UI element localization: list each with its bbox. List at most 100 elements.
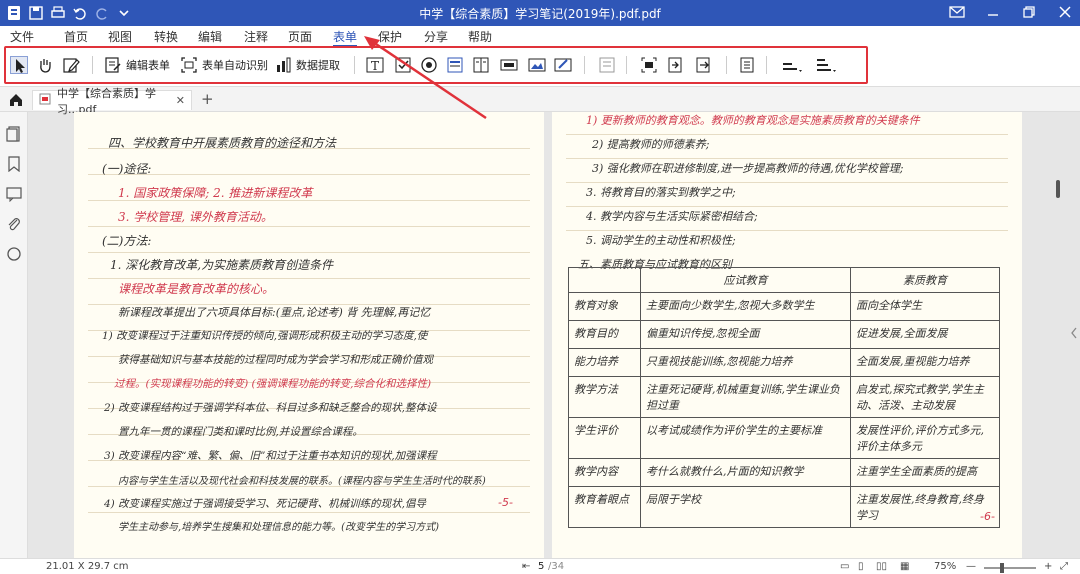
table-cell: 注重学生全面素质的提高 <box>850 458 1000 487</box>
table-cell: 教育着眼点 <box>568 486 641 528</box>
first-page-icon[interactable]: ⇤ <box>522 561 530 572</box>
menu-help[interactable]: 帮助 <box>468 28 492 45</box>
new-tab-button[interactable]: + <box>201 90 214 108</box>
mail-icon[interactable] <box>948 3 966 21</box>
note-line: 4) 改变课程实施过于强调接受学习、死记硬背、机械训练的现状,倡导 <box>104 498 426 510</box>
list-box-icon <box>472 56 490 74</box>
table-row: 教育对象 主要面向少数学生,忽视大多数学生 面向全体学生 <box>568 292 1000 321</box>
zoom-level[interactable]: 75% <box>934 561 956 572</box>
button-tool[interactable] <box>500 52 518 78</box>
menu-form[interactable]: 表单 <box>333 28 358 47</box>
current-page[interactable]: 5 <box>538 561 544 572</box>
table-cell: 发展性评价,评价方式多元,评价主体多元 <box>850 417 1000 459</box>
zoom-slider[interactable] <box>984 567 1036 569</box>
signature-icon <box>554 56 572 74</box>
thumbnail-icon[interactable] <box>6 126 22 142</box>
restore-icon[interactable] <box>1020 3 1038 21</box>
table-cell: 局限于学校 <box>640 486 851 528</box>
table-cell: 教育目的 <box>568 320 641 349</box>
combo-box-icon <box>446 56 464 74</box>
scrollbar-thumb[interactable] <box>1056 180 1060 198</box>
note-line: 1. 深化教育改革,为实施素质教育创造条件 <box>110 258 334 272</box>
continuous-icon[interactable]: ▯ <box>858 561 864 572</box>
toolbar-separator <box>726 56 727 74</box>
minimize-icon[interactable] <box>984 3 1002 21</box>
page-number: -6- <box>980 510 995 523</box>
zoom-in-icon[interactable]: + <box>1044 561 1052 572</box>
bookmark-icon[interactable] <box>6 156 22 173</box>
menu-file[interactable]: 文件 <box>10 28 34 45</box>
note-line: 3. 学校管理, 课外教育活动。 <box>118 210 273 224</box>
comparison-table: 应试教育 素质教育 教育对象 主要面向少数学生,忽视大多数学生 面向全体学生 教… <box>568 267 1000 528</box>
menu-edit[interactable]: 编辑 <box>198 28 222 45</box>
edit-tool[interactable] <box>62 52 80 78</box>
auto-recognize-label: 表单自动识别 <box>202 59 268 72</box>
window-title: 中学【综合素质】学习笔记(2019年).pdf.pdf <box>419 7 661 21</box>
hand-icon <box>36 56 54 74</box>
image-tool[interactable] <box>528 52 546 78</box>
table-header-cell <box>568 267 641 293</box>
edit-form-button[interactable]: 编辑表单 <box>104 52 170 78</box>
page-size: 21.01 X 29.7 cm <box>46 561 129 572</box>
comment-icon[interactable] <box>6 186 22 203</box>
note-line: 过程。(实现课程功能的转变) (强调课程功能的转变,综合化和选择性) <box>114 378 432 390</box>
auto-recognize-button[interactable]: 表单自动识别 <box>180 52 268 78</box>
menu-home[interactable]: 首页 <box>64 28 88 45</box>
grid-view-icon[interactable]: ▦ <box>900 561 909 572</box>
text-field-icon: T <box>366 56 384 74</box>
distribute-tool[interactable] <box>814 52 836 78</box>
table-cell: 学生评价 <box>568 417 641 459</box>
clear-tool[interactable] <box>738 52 756 78</box>
scroll-expand-icon[interactable] <box>1070 326 1078 340</box>
checkbox-tool[interactable] <box>394 52 412 78</box>
table-row: 教育着眼点 局限于学校 注重发展性,终身教育,终身学习 <box>568 486 1000 528</box>
combo-box-tool[interactable] <box>446 52 464 78</box>
single-page-icon[interactable]: ▭ <box>840 561 849 572</box>
select-tool[interactable] <box>10 52 28 78</box>
align-tool[interactable] <box>780 52 802 78</box>
table-cell: 偏重知识传授,忽视全面 <box>640 320 851 349</box>
attachment-icon[interactable] <box>6 216 22 232</box>
note-line: 2) 提高教师的师德素养; <box>592 138 710 151</box>
tab-document[interactable]: 中学【综合素质】学习...pdf ✕ <box>32 87 192 116</box>
menu-annotate[interactable]: 注释 <box>244 28 268 45</box>
calc-tool[interactable] <box>640 52 658 78</box>
edit-icon <box>62 56 80 74</box>
barcode-tool[interactable] <box>598 52 616 78</box>
text-field-tool[interactable]: T <box>366 52 384 78</box>
export-tool[interactable] <box>694 52 712 78</box>
signature-tool[interactable] <box>554 52 572 78</box>
menu-page[interactable]: 页面 <box>288 28 312 45</box>
close-icon[interactable] <box>1056 3 1074 21</box>
table-cell: 注重发展性,终身教育,终身学习 <box>850 486 1000 528</box>
cursor-icon <box>10 56 28 74</box>
note-line: 1) 改变课程过于注重知识传授的倾向,强调形成积极主动的学习态度,使 <box>102 330 428 342</box>
list-box-tool[interactable] <box>472 52 490 78</box>
hand-tool[interactable] <box>36 52 54 78</box>
radio-tool[interactable] <box>420 52 438 78</box>
two-page-icon[interactable]: ▯▯ <box>876 561 887 572</box>
import-tool[interactable] <box>666 52 684 78</box>
tab-close-icon[interactable]: ✕ <box>176 94 185 107</box>
zoom-slider-handle[interactable] <box>1000 563 1004 573</box>
table-header-cell: 素质教育 <box>850 267 1000 293</box>
table-cell: 主要面向少数学生,忽视大多数学生 <box>640 292 851 321</box>
note-line: 内容与学生生活以及现代社会和科技发展的联系。(课程内容与学生生活时代的联系) <box>118 476 486 487</box>
table-cell: 以考试成绩作为评价学生的主要标准 <box>640 417 851 459</box>
table-header-cell: 应试教育 <box>640 267 851 293</box>
menu-protect[interactable]: 保护 <box>378 28 402 45</box>
note-line: 3) 改变课程内容“难、繁、偏、旧”和过于注重书本知识的现状,加强课程 <box>104 450 437 462</box>
zoom-out-icon[interactable]: — <box>966 561 976 572</box>
distribute-icon <box>814 56 836 74</box>
fit-window-icon[interactable]: ⤢ <box>1060 561 1068 572</box>
pdf-page-right: 1) 更新教师的教育观念。教师的教育观念是实施素质教育的关键条件 2) 提高教师… <box>552 112 1022 558</box>
menu-view[interactable]: 视图 <box>108 28 132 45</box>
toolbar-separator <box>92 56 93 74</box>
menu-convert[interactable]: 转换 <box>154 28 178 45</box>
title-bar: 中学【综合素质】学习笔记(2019年).pdf.pdf <box>0 0 1080 26</box>
note-line: 3. 将教育目的落实到教学之中; <box>586 186 736 199</box>
menu-share[interactable]: 分享 <box>424 28 448 45</box>
search-icon[interactable] <box>6 246 22 262</box>
data-extract-button[interactable]: 数据提取 <box>274 52 340 78</box>
home-icon[interactable] <box>8 92 24 108</box>
